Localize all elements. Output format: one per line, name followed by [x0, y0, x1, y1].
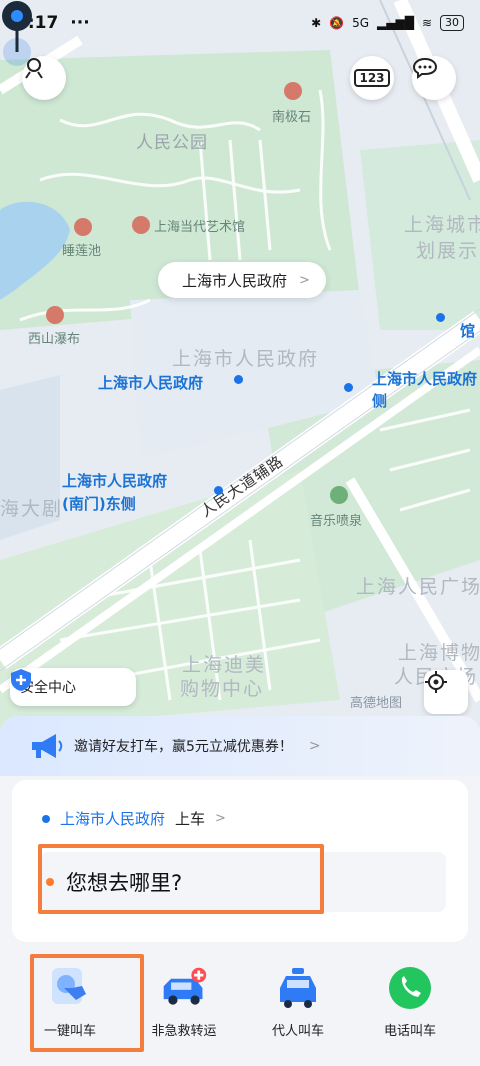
message-button[interactable] [412, 56, 456, 100]
battery-indicator: 30 [440, 15, 464, 31]
wifi-icon: ≋ [421, 16, 432, 30]
signal-icon: ▂▄▆█ [377, 16, 414, 30]
service-non-emergency-transfer[interactable]: 非急救转运 [124, 964, 244, 1060]
network-label: 5G [352, 16, 370, 30]
museum-icon[interactable] [132, 216, 150, 234]
poi-label-dimei-1: 上海迪美 [182, 654, 267, 676]
chat-bubble-icon [412, 57, 438, 79]
stop-label-gov-side-1[interactable]: 上海市人民政府 [372, 368, 477, 389]
stop-dot[interactable] [234, 375, 243, 384]
bottom-sheet: 邀请好友打车，赢5元立减优惠券！ > 上海市人民政府 上车 > 您想去哪里? 一… [0, 716, 480, 1066]
scenic-spot-icon[interactable] [74, 218, 92, 236]
pickup-bubble-label: 上海市人民政府 [182, 271, 288, 290]
taxi-icon [274, 964, 322, 1012]
poi-label-grand-theatre: 海大剧 [0, 498, 64, 520]
stop-dot[interactable] [436, 313, 445, 322]
poi-label-gov-area: 上海市人民政府 [172, 348, 320, 370]
destination-input[interactable]: 您想去哪里? [40, 852, 446, 912]
service-proxy-call[interactable]: 代人叫车 [238, 964, 358, 1060]
ambulance-icon [160, 964, 208, 1012]
trip-card: 上海市人民政府 上车 > 您想去哪里? [12, 780, 468, 942]
traffic-badge: 123 [354, 69, 390, 87]
chevron-right-icon: > [308, 738, 321, 754]
bluetooth-icon: ✱ [311, 16, 322, 30]
destination-dot-icon [46, 878, 54, 886]
pickup-dot-icon [42, 814, 50, 823]
promo-banner[interactable]: 邀请好友打车，赢5元立减优惠券！ > [0, 716, 480, 776]
scenic-spot-icon[interactable] [46, 306, 64, 324]
stop-label-gov[interactable]: 上海市人民政府 [98, 372, 203, 393]
stop-label-gov-side-2[interactable]: 侧 [372, 390, 387, 411]
poi-label-dimei-2: 购物中心 [180, 678, 265, 700]
shield-icon [11, 669, 31, 691]
pickup-place: 上海市人民政府 [60, 810, 166, 828]
promo-text: 邀请好友打车，赢5元立减优惠券！ [74, 739, 293, 755]
chevron-right-icon: > [215, 811, 226, 826]
poi-label-people-park: 人民公园 [136, 133, 208, 153]
landmark-icon[interactable] [284, 82, 302, 100]
phone-icon [386, 964, 434, 1012]
poi-label-museum-1: 上海博物 [398, 642, 480, 664]
poi-label-peoples-square: 上海人民广场 [356, 576, 480, 598]
poi-label-urban-planning-1: 上海城市 [404, 214, 480, 236]
status-more-icon: ··· [70, 13, 90, 33]
chevron-right-icon: > [299, 272, 310, 288]
stop-label-south-gate-2[interactable]: (南门)东侧 [62, 493, 136, 514]
service-one-tap[interactable]: 一键叫车 [10, 964, 130, 1060]
stop-label-south-gate-1[interactable]: 上海市人民政府 [62, 470, 167, 491]
stop-dot[interactable] [344, 383, 353, 392]
poi-label-moca: 上海当代艺术馆 [154, 220, 246, 235]
amap-logo: 高德地图 [350, 696, 403, 711]
poi-label-west-waterfall: 西山瀑布 [28, 332, 81, 347]
poi-label-urban-planning-2: 划展示 [416, 240, 480, 262]
service-label: 电话叫车 [383, 1024, 436, 1039]
poi-label-south-pole-stone: 南极石 [272, 110, 312, 125]
status-bar: 4:17 ··· ✱ 🔕 5G ▂▄▆█ ≋ 30 [0, 0, 480, 46]
park-icon[interactable] [330, 486, 348, 504]
pickup-row[interactable]: 上海市人民政府 上车 > [42, 808, 226, 829]
service-phone-call[interactable]: 电话叫车 [350, 964, 470, 1060]
one-tap-hand-icon [46, 964, 94, 1012]
poi-label-lotus-pond: 睡莲池 [62, 244, 102, 259]
service-label: 非急救转运 [151, 1024, 217, 1039]
location-pin-icon [2, 1, 32, 66]
pickup-bubble[interactable]: 上海市人民政府 > [158, 262, 326, 298]
service-label: 代人叫车 [271, 1024, 324, 1039]
mute-icon: 🔕 [329, 16, 345, 30]
destination-placeholder: 您想去哪里? [66, 871, 183, 895]
service-label: 一键叫车 [43, 1024, 96, 1039]
traffic-button[interactable]: 123 [350, 56, 394, 100]
stop-dot[interactable] [214, 486, 223, 495]
crosshair-icon [425, 671, 447, 693]
stop-label-museum-edge[interactable]: 馆 [460, 320, 475, 341]
safety-center-button[interactable]: 安全中心 [10, 668, 136, 706]
megaphone-icon [32, 734, 63, 758]
locate-button[interactable] [424, 670, 468, 714]
poi-label-music-fountain: 音乐喷泉 [310, 514, 363, 529]
pickup-suffix: 上车 [175, 810, 206, 828]
map-view[interactable]: 人民公园 南极石 睡莲池 上海当代艺术馆 西山瀑布 上海城市 划展示 上海市人民… [0, 0, 480, 730]
